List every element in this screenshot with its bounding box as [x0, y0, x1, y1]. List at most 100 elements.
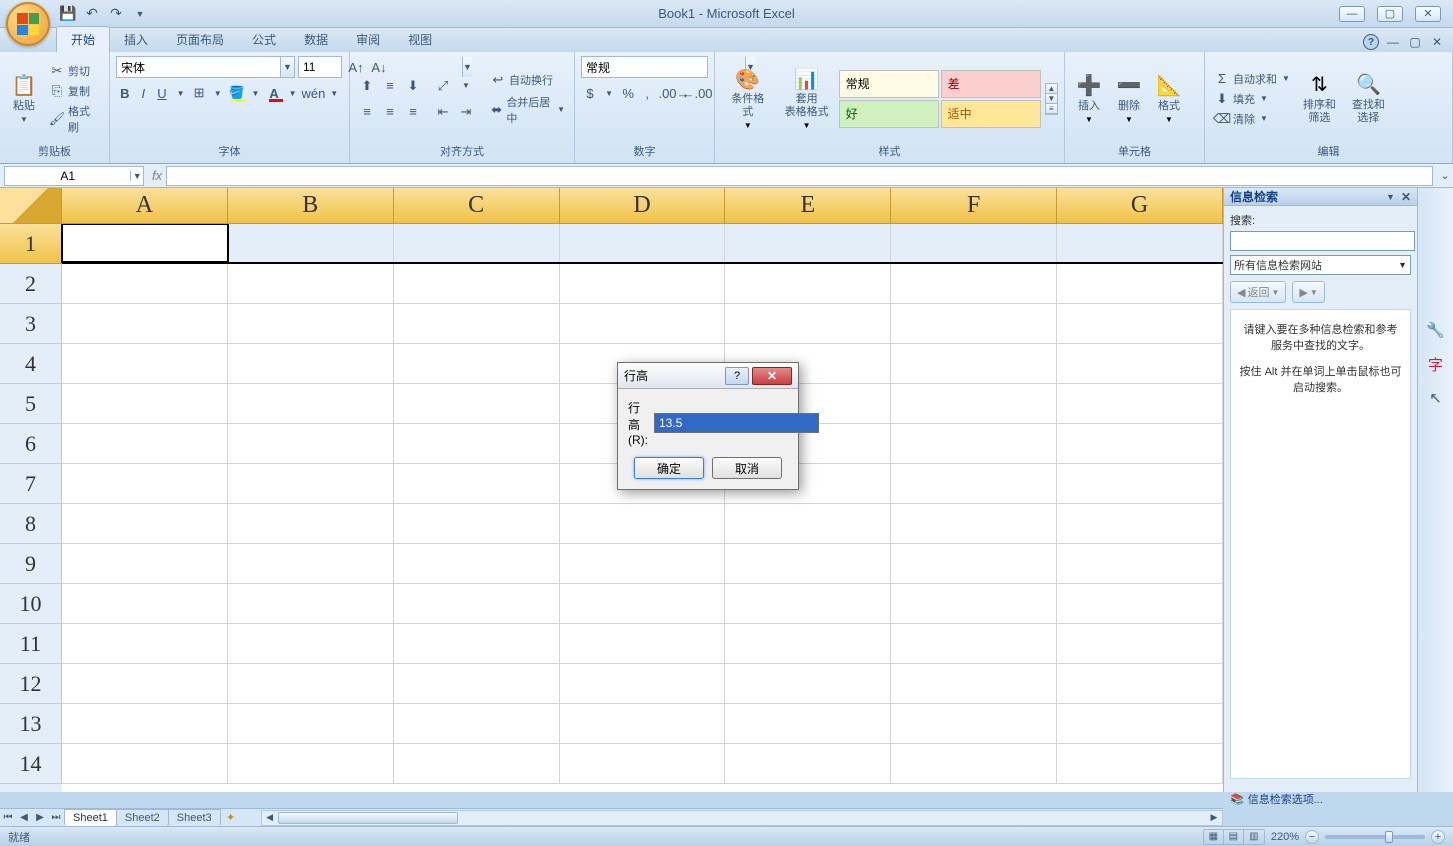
cell[interactable]	[62, 744, 228, 783]
row-header-8[interactable]: 8	[0, 504, 62, 544]
cell[interactable]	[228, 704, 394, 743]
scroll-thumb[interactable]	[278, 812, 458, 824]
fill-button[interactable]: ⬇填充▼	[1211, 90, 1293, 108]
cell[interactable]	[394, 224, 560, 262]
decrease-decimal-icon[interactable]: ←.00	[686, 82, 708, 104]
sort-filter-button[interactable]: ⇅排序和 筛选	[1297, 64, 1342, 134]
align-center-icon[interactable]: ≡	[379, 101, 401, 123]
border-dropdown-icon[interactable]: ▼	[209, 82, 227, 104]
comma-icon[interactable]: ,	[638, 82, 656, 104]
pane-menu-icon[interactable]: ▼	[1386, 192, 1395, 202]
cell[interactable]	[725, 224, 891, 262]
cell[interactable]	[228, 664, 394, 703]
row-header-1[interactable]: 1	[0, 224, 62, 264]
tab-view[interactable]: 视图	[394, 27, 446, 52]
dialog-titlebar[interactable]: 行高 ? ✕	[618, 363, 798, 389]
cell-A1[interactable]	[62, 224, 228, 262]
cell[interactable]	[394, 664, 560, 703]
row-header-4[interactable]: 4	[0, 344, 62, 384]
cell[interactable]	[891, 304, 1057, 343]
gallery-up-icon[interactable]: ▲	[1046, 84, 1057, 94]
currency-dropdown-icon[interactable]: ▼	[600, 82, 618, 104]
cell[interactable]	[891, 264, 1057, 303]
chevron-down-icon[interactable]: ▼	[1165, 115, 1173, 124]
cell[interactable]	[228, 584, 394, 623]
border-button[interactable]: ⊞	[190, 82, 208, 104]
clear-button[interactable]: ⌫清除▼	[1211, 110, 1293, 128]
cell[interactable]	[62, 344, 228, 383]
cell[interactable]	[560, 624, 726, 663]
chevron-down-icon[interactable]: ▼	[130, 171, 143, 181]
cell[interactable]	[1057, 624, 1223, 663]
cell[interactable]	[891, 504, 1057, 543]
cell[interactable]	[228, 544, 394, 583]
align-top-icon[interactable]: ⬆	[356, 75, 378, 97]
cell[interactable]	[394, 344, 560, 383]
row-header-3[interactable]: 3	[0, 304, 62, 344]
pane-close-icon[interactable]: ✕	[1401, 190, 1411, 204]
cell[interactable]	[228, 384, 394, 423]
col-header-B[interactable]: B	[228, 188, 394, 223]
style-normal[interactable]: 常规	[839, 70, 939, 98]
row-height-input[interactable]	[654, 413, 819, 433]
col-header-A[interactable]: A	[62, 188, 228, 223]
delete-cells-button[interactable]: ➖删除▼	[1111, 64, 1147, 134]
cell[interactable]	[560, 744, 726, 783]
italic-button[interactable]: I	[135, 82, 153, 104]
cell[interactable]	[228, 624, 394, 663]
cell[interactable]	[1057, 504, 1223, 543]
ribbon-restore-icon[interactable]: ▢	[1407, 34, 1423, 50]
cell[interactable]	[394, 424, 560, 463]
zoom-in-button[interactable]: +	[1431, 830, 1445, 844]
cell[interactable]	[725, 664, 891, 703]
align-left-icon[interactable]: ≡	[356, 101, 378, 123]
tab-home[interactable]: 开始	[56, 26, 110, 52]
cell[interactable]	[228, 304, 394, 343]
bold-button[interactable]: B	[116, 82, 134, 104]
row-header-10[interactable]: 10	[0, 584, 62, 624]
ribbon-close-icon[interactable]: ✕	[1429, 34, 1445, 50]
view-page-layout-icon[interactable]: ▤	[1224, 830, 1244, 844]
undo-icon[interactable]: ↶	[82, 4, 102, 24]
cell[interactable]	[1057, 544, 1223, 583]
font-color-button[interactable]: A	[265, 82, 283, 104]
toolbox-icon[interactable]: 🔧	[1424, 318, 1448, 342]
format-painter-button[interactable]: 🖌格式刷	[46, 102, 103, 136]
sheet-prev-icon[interactable]: ◀	[16, 812, 32, 823]
cut-button[interactable]: ✂剪切	[46, 62, 103, 80]
currency-icon[interactable]: $	[581, 82, 599, 104]
scroll-left-icon[interactable]: ◀	[262, 812, 278, 823]
cell[interactable]	[62, 424, 228, 463]
cell[interactable]	[228, 424, 394, 463]
cancel-button[interactable]: 取消	[712, 457, 782, 479]
cell[interactable]	[394, 704, 560, 743]
cell[interactable]	[725, 624, 891, 663]
cell[interactable]	[228, 464, 394, 503]
chevron-down-icon[interactable]: ▼	[280, 57, 294, 77]
style-neutral[interactable]: 适中	[941, 100, 1041, 128]
fill-color-dropdown-icon[interactable]: ▼	[247, 82, 265, 104]
cell[interactable]	[228, 744, 394, 783]
cell[interactable]	[891, 704, 1057, 743]
cell[interactable]	[725, 704, 891, 743]
cell[interactable]	[560, 224, 726, 262]
cell[interactable]	[228, 504, 394, 543]
increase-indent-icon[interactable]: ⇥	[455, 101, 477, 123]
research-options-link[interactable]: 📚 信息检索选项...	[1224, 785, 1417, 813]
row-header-14[interactable]: 14	[0, 744, 62, 784]
close-button[interactable]: ✕	[1415, 6, 1441, 22]
save-icon[interactable]: 💾	[58, 4, 78, 24]
paste-button[interactable]: 📋 粘贴 ▼	[6, 64, 42, 134]
cell[interactable]	[1057, 464, 1223, 503]
cell[interactable]	[891, 424, 1057, 463]
align-middle-icon[interactable]: ≡	[379, 75, 401, 97]
chevron-down-icon[interactable]: ▼	[1125, 115, 1133, 124]
underline-dropdown-icon[interactable]: ▼	[172, 82, 190, 104]
name-box[interactable]: ▼	[4, 166, 144, 186]
dialog-close-button[interactable]: ✕	[752, 367, 792, 385]
cell[interactable]	[891, 344, 1057, 383]
cell[interactable]	[62, 544, 228, 583]
cells-area[interactable]	[62, 224, 1223, 792]
research-forward-button[interactable]: ▶▼	[1292, 281, 1324, 303]
cell[interactable]	[560, 584, 726, 623]
